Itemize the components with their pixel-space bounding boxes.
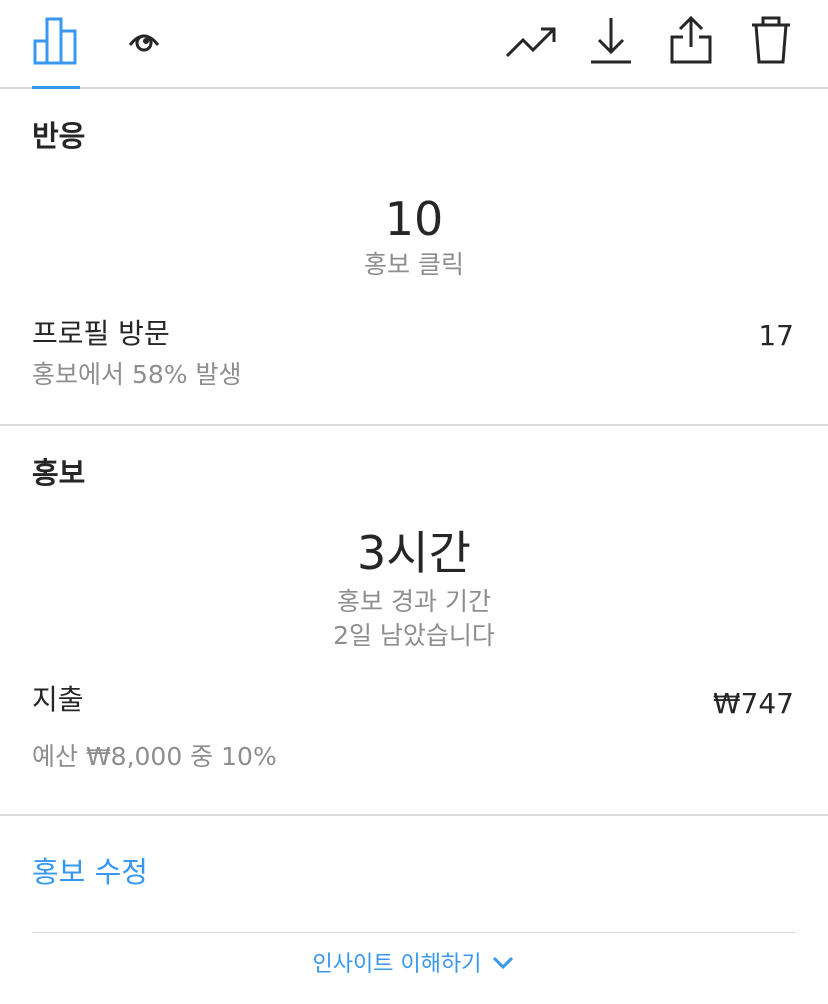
toolbar — [0, 0, 828, 89]
section-divider — [0, 814, 828, 816]
remaining-time-label: 2일 남았습니다 — [333, 621, 495, 650]
active-tab-indicator — [32, 86, 80, 89]
spend-label: 지출 — [32, 683, 84, 716]
share-icon[interactable] — [666, 14, 716, 66]
eye-icon[interactable] — [124, 24, 164, 58]
trending-up-icon[interactable] — [502, 20, 560, 64]
engagement-section-title: 반응 — [32, 119, 86, 153]
promo-clicks-label: 홍보 클릭 — [364, 250, 464, 279]
promo-clicks-value: 10 — [384, 192, 444, 246]
budget-sub: 예산 ₩8,000 중 10% — [32, 742, 277, 771]
profile-visits-value: 17 — [758, 319, 794, 352]
bar-chart-icon[interactable] — [30, 16, 82, 66]
elapsed-time-value: 3시간 — [357, 526, 471, 580]
spend-value: ₩747 — [712, 687, 794, 720]
chevron-down-icon — [491, 955, 515, 975]
understand-insights-label: 인사이트 이해하기 — [312, 952, 482, 977]
profile-visits-sub: 홍보에서 58% 발생 — [32, 360, 242, 389]
actions-divider — [32, 932, 796, 933]
section-divider — [0, 424, 828, 426]
elapsed-time-label: 홍보 경과 기간 — [337, 587, 491, 616]
download-icon[interactable] — [586, 14, 636, 66]
profile-visits-label: 프로필 방문 — [32, 317, 170, 350]
trash-icon[interactable] — [746, 14, 796, 66]
edit-promotion-link[interactable]: 홍보 수정 — [32, 858, 148, 887]
promotion-section-title: 홍보 — [32, 456, 86, 490]
understand-insights-button[interactable]: 인사이트 이해하기 — [0, 954, 828, 976]
